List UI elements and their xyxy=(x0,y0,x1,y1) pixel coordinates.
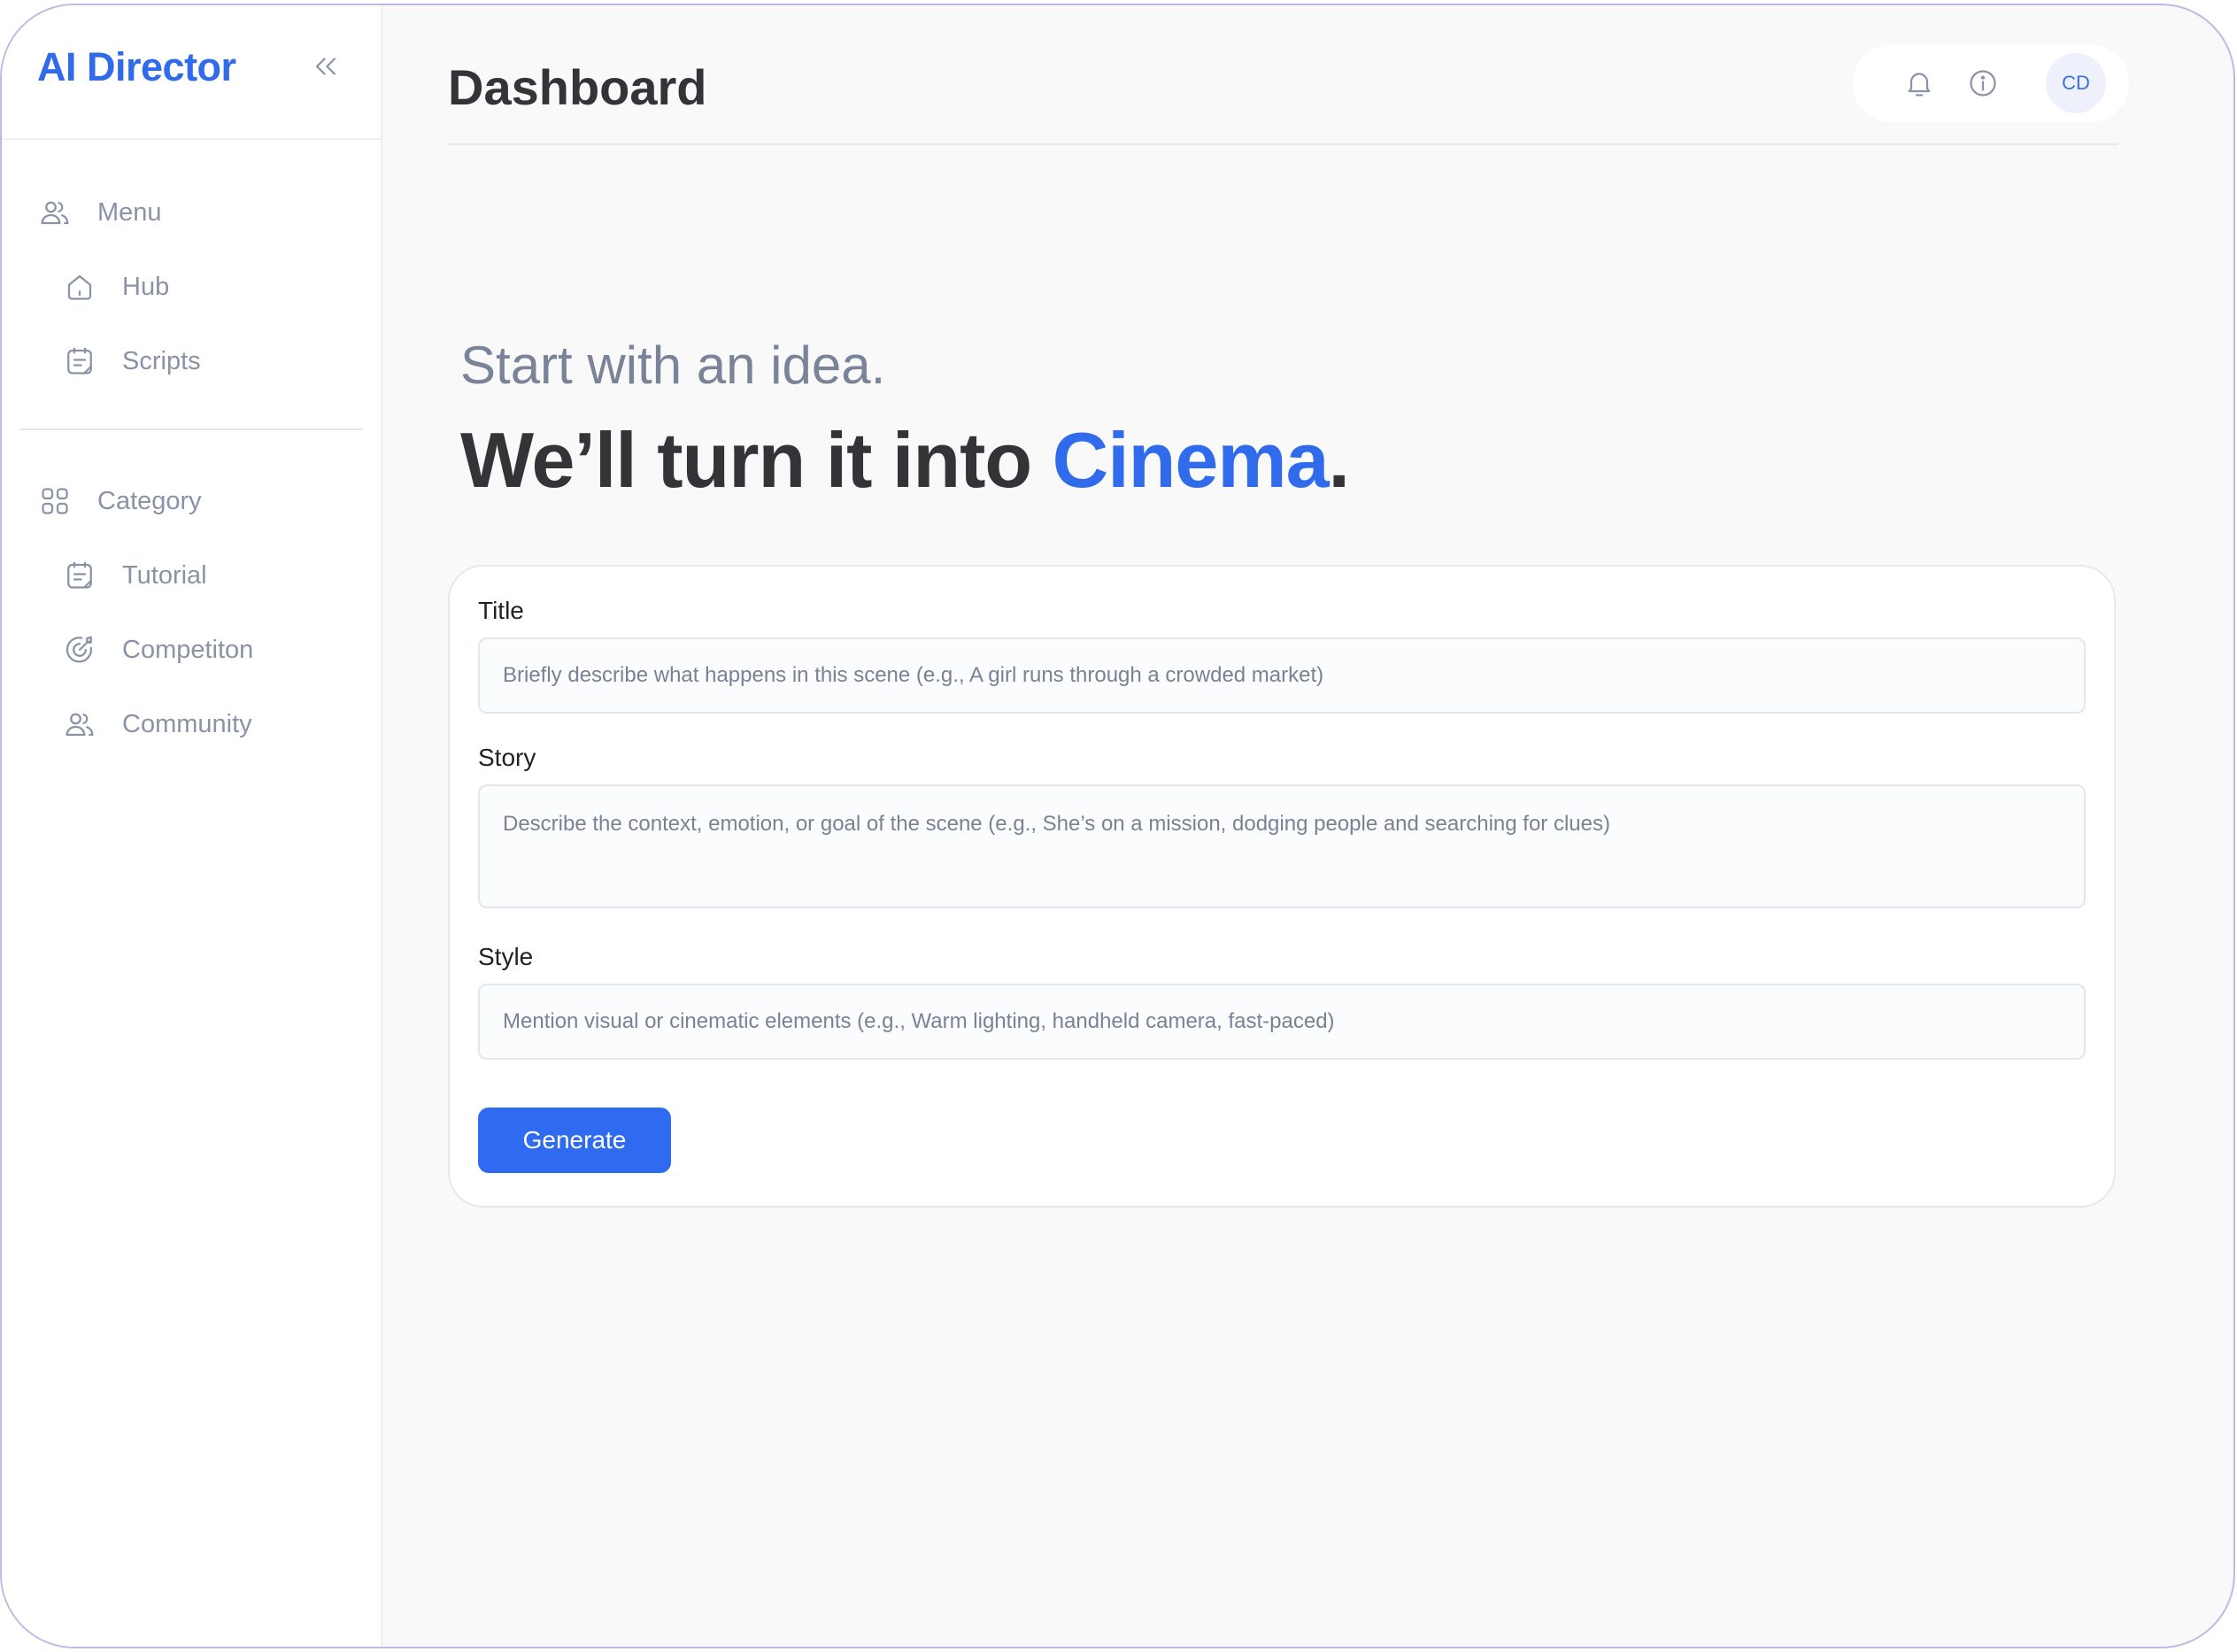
main-content: Dashboard CD Start with an idea. We’ll t… xyxy=(382,5,2233,1647)
generate-button[interactable]: Generate xyxy=(478,1108,671,1173)
double-chevron-left-icon xyxy=(315,58,336,75)
users-icon xyxy=(62,706,97,742)
grid-icon xyxy=(37,483,73,519)
sidebar-item-label: Competiton xyxy=(122,635,254,664)
style-input[interactable] xyxy=(478,984,2086,1060)
story-textarea[interactable] xyxy=(478,784,2086,908)
sidebar-item-label: Hub xyxy=(122,272,170,301)
notes-icon xyxy=(62,344,97,379)
target-icon xyxy=(62,632,97,668)
header-bar: Dashboard CD xyxy=(448,5,2129,145)
nav-category-group: Category Tutorial Competiton Community xyxy=(2,464,381,761)
sidebar-item-label: Tutorial xyxy=(122,560,207,590)
hero-headline: We’ll turn it into Cinema. xyxy=(460,415,1350,506)
brand-logo[interactable]: AI Director xyxy=(37,44,236,90)
sidebar-item-competiton[interactable]: Competiton xyxy=(2,613,381,687)
sidebar-item-label: Scripts xyxy=(122,346,201,375)
user-avatar[interactable]: CD xyxy=(2046,53,2106,113)
collapse-sidebar-button[interactable] xyxy=(306,47,345,86)
page-title: Dashboard xyxy=(448,59,707,115)
title-input[interactable] xyxy=(478,637,2086,714)
nav-heading-label: Menu xyxy=(97,197,162,227)
users-icon xyxy=(37,195,73,230)
nav-heading-menu: Menu xyxy=(2,175,381,250)
nav-menu-group: Menu Hub Scripts xyxy=(2,140,381,398)
notifications-button[interactable] xyxy=(1897,61,1941,105)
home-icon xyxy=(62,269,97,305)
info-icon xyxy=(1970,70,1996,96)
sidebar-item-tutorial[interactable]: Tutorial xyxy=(2,538,381,613)
sidebar: AI Director Menu Hub Scripts Category Tu… xyxy=(2,5,382,1647)
brand-row: AI Director xyxy=(2,5,381,140)
sidebar-divider xyxy=(19,428,363,430)
sidebar-item-community[interactable]: Community xyxy=(2,687,381,761)
scene-form: Title Story Style Generate xyxy=(448,565,2116,1208)
story-label: Story xyxy=(478,744,536,771)
hero: Start with an idea. We’ll turn it into C… xyxy=(460,335,1350,506)
sidebar-item-scripts[interactable]: Scripts xyxy=(2,324,381,398)
hero-headline-suffix: . xyxy=(1328,416,1350,504)
hero-headline-prefix: We’ll turn it into xyxy=(460,416,1053,504)
nav-heading-category: Category xyxy=(2,464,381,538)
header-toolbar: CD xyxy=(1853,44,2129,122)
notes-icon xyxy=(62,558,97,593)
hero-subtitle: Start with an idea. xyxy=(460,336,886,395)
nav-heading-label: Category xyxy=(97,486,202,515)
hero-headline-accent: Cinema xyxy=(1052,416,1330,504)
app-window: AI Director Menu Hub Scripts Category Tu… xyxy=(0,4,2235,1648)
sidebar-item-label: Community xyxy=(122,709,252,738)
info-button[interactable] xyxy=(1961,61,2005,105)
bell-icon xyxy=(1908,73,1931,96)
sidebar-item-hub[interactable]: Hub xyxy=(2,250,381,324)
title-label: Title xyxy=(478,597,524,624)
style-label: Style xyxy=(478,943,534,970)
